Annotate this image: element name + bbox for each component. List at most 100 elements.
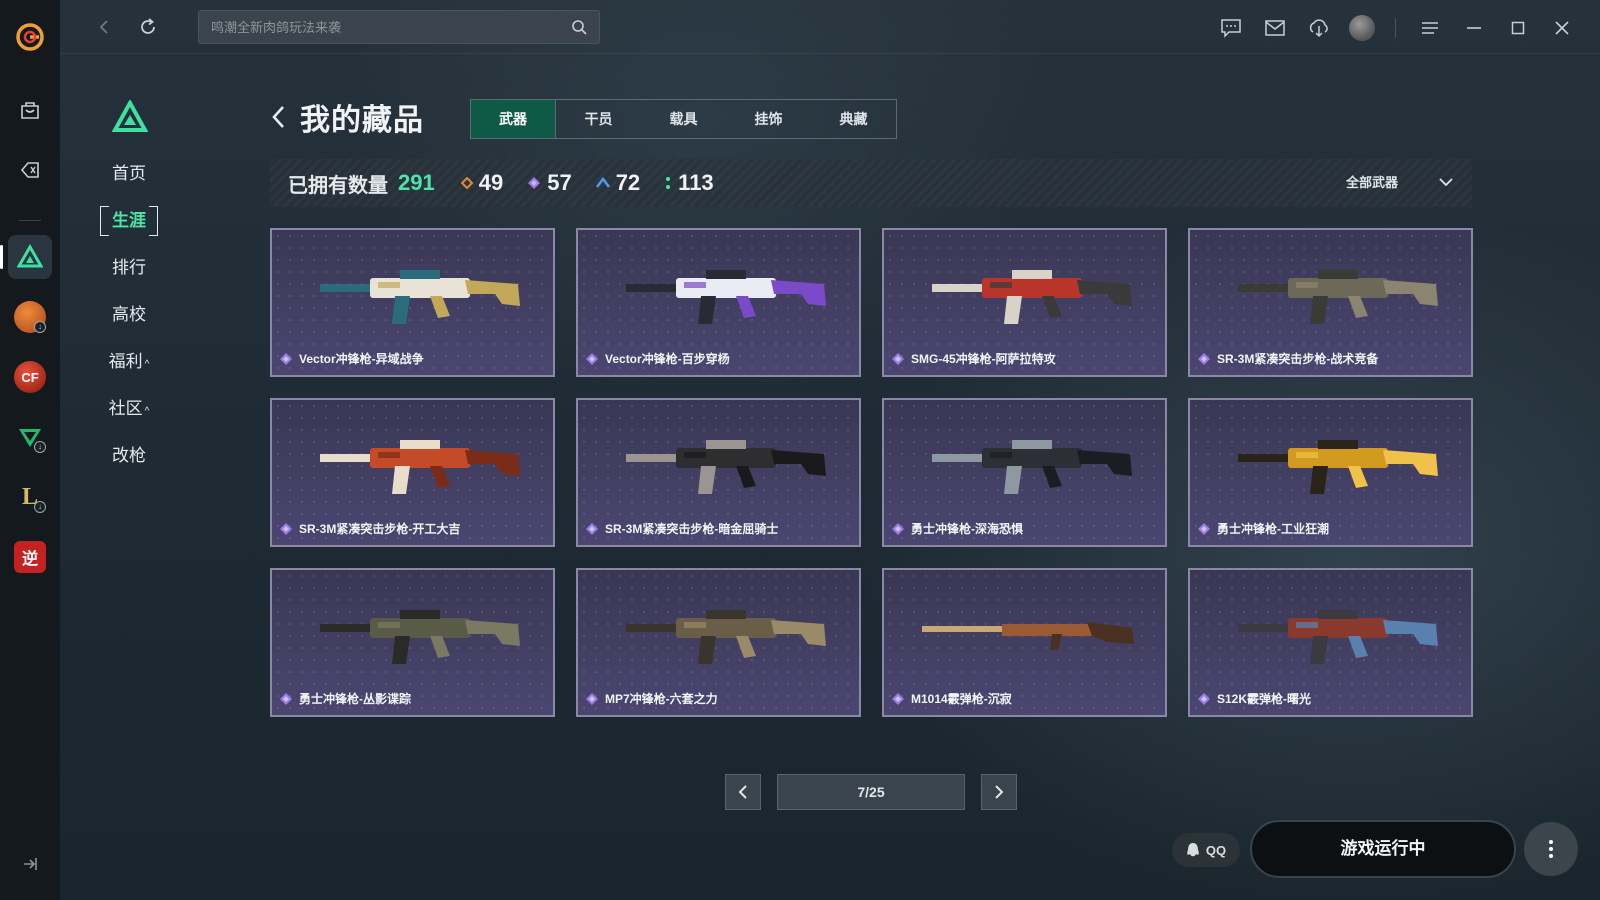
weapon-name-text: Vector冲锋枪-百步穿杨 <box>605 352 730 366</box>
weapon-name-text: SR-3M紧凑突击步枪-开工大吉 <box>299 522 461 536</box>
weapon-card[interactable]: 勇士冲锋枪-丛影谍踪 <box>270 568 555 717</box>
purple-rarity-diamond-icon <box>280 352 292 365</box>
weapon-name: SR-3M紧凑突击步枪-战术竞备 <box>1198 350 1378 367</box>
weapon-card[interactable]: 勇士冲锋枪-深海恐惧 <box>882 398 1167 547</box>
weapon-name: S12K霰弹枪-曙光 <box>1198 690 1311 707</box>
purple-rarity-diamond-icon <box>586 522 598 535</box>
tab-collection[interactable]: 典藏 <box>811 100 896 138</box>
rarity-count-value: 72 <box>615 170 641 195</box>
weapon-image <box>922 622 1134 650</box>
tab-vehicles[interactable]: 载具 <box>641 100 726 138</box>
subnav-item-campus[interactable]: 高校 <box>100 300 158 330</box>
green-dots-icon <box>666 177 671 189</box>
page-header: 我的藏品 <box>270 97 424 137</box>
weapon-card[interactable]: SR-3M紧凑突击步枪-战术竞备 <box>1188 228 1473 377</box>
weapon-name-text: 勇士冲锋枪-深海恐惧 <box>911 522 1023 536</box>
weapon-name-text: MP7冲锋枪-六套之力 <box>605 692 718 706</box>
download-badge-icon: ↓ <box>34 441 46 453</box>
weapon-name-text: SR-3M紧凑突击步枪-战术竞备 <box>1217 352 1379 366</box>
subnav-item-gun-mod[interactable]: 改枪 <box>100 441 158 471</box>
weapon-name-text: 勇士冲锋枪-丛影谍踪 <box>299 692 411 706</box>
weapon-name: M1014霰弹枪-沉寂 <box>892 690 1012 707</box>
weapon-name-text: SMG-45冲锋枪-阿萨拉特攻 <box>911 352 1056 366</box>
purple-rarity-diamond-icon <box>892 522 904 535</box>
game-running-button[interactable]: 游戏运行中 <box>1250 820 1516 878</box>
weapon-card[interactable]: S12K霰弹枪-曙光 <box>1188 568 1473 717</box>
weapon-image <box>320 440 520 494</box>
weapon-card[interactable]: Vector冲锋枪-百步穿杨 <box>576 228 861 377</box>
tab-charms[interactable]: 挂饰 <box>726 100 811 138</box>
prev-page-button[interactable] <box>725 774 761 810</box>
crossfire-game-icon[interactable]: CF <box>8 355 52 399</box>
close-icon[interactable] <box>1548 14 1576 42</box>
league-game-icon[interactable]: L ↓ <box>8 475 52 519</box>
delta-force-logo-icon <box>111 98 149 132</box>
weapon-name-text: Vector冲锋枪-异域战争 <box>299 352 424 366</box>
refresh-icon[interactable] <box>136 15 160 39</box>
subnav-item-ranking[interactable]: 排行 <box>100 253 158 283</box>
weapon-card[interactable]: SMG-45冲锋枪-阿萨拉特攻 <box>882 228 1167 377</box>
subnav-item-label: 社区 <box>108 399 143 418</box>
ni-game-icon[interactable]: 逆 <box>8 535 52 579</box>
store-icon[interactable] <box>8 88 52 132</box>
rarity-orange-count: 49 <box>460 170 503 196</box>
purple-rarity-diamond-icon <box>1198 692 1210 705</box>
menu-icon[interactable] <box>1416 14 1444 42</box>
rarity-count-value: 113 <box>678 170 714 195</box>
page-title: 我的藏品 <box>300 104 424 137</box>
collapse-sidebar-icon[interactable] <box>20 854 40 874</box>
app-logo-icon[interactable] <box>15 22 45 52</box>
rarity-green-count: 113 <box>664 170 714 196</box>
blue-chevron-icon <box>595 177 610 188</box>
subnav-item-welfare[interactable]: 福利 ^ <box>100 347 158 377</box>
subnav-item-community[interactable]: 社区 ^ <box>100 394 158 424</box>
weapon-card[interactable]: M1014霰弹枪-沉寂 <box>882 568 1167 717</box>
download-badge-icon: ↓ <box>34 501 46 513</box>
filter-label: 全部武器 <box>1345 175 1398 190</box>
tab-operators[interactable]: 干员 <box>556 100 641 138</box>
qq-button[interactable]: QQ <box>1172 833 1240 867</box>
weapon-filter-dropdown[interactable]: 全部武器 <box>1346 172 1454 191</box>
search-input[interactable] <box>211 19 571 35</box>
weapon-image <box>626 610 826 664</box>
page-indicator: 7/25 <box>777 774 965 810</box>
weapon-card[interactable]: 勇士冲锋枪-工业狂潮 <box>1188 398 1473 547</box>
more-options-button[interactable] <box>1524 822 1578 876</box>
subnav-item-home[interactable]: 首页 <box>100 159 158 189</box>
weapon-card[interactable]: Vector冲锋枪-异域战争 <box>270 228 555 377</box>
weapon-name: 勇士冲锋枪-丛影谍踪 <box>280 690 411 707</box>
weapon-card[interactable]: SR-3M紧凑突击步枪-开工大吉 <box>270 398 555 547</box>
purple-rarity-diamond-icon <box>1198 352 1210 365</box>
search-icon[interactable] <box>571 19 587 35</box>
top-bar <box>60 0 1600 54</box>
minimize-icon[interactable] <box>1460 14 1488 42</box>
chevron-right-icon <box>995 785 1004 799</box>
tag-icon[interactable] <box>8 148 52 192</box>
delta-force-game-icon[interactable] <box>0 235 52 279</box>
purple-rarity-diamond-icon <box>586 692 598 705</box>
mail-icon[interactable] <box>1261 14 1289 42</box>
weapon-card[interactable]: MP7冲锋枪-六套之力 <box>576 568 861 717</box>
chat-icon[interactable] <box>1217 14 1245 42</box>
search-bar[interactable] <box>198 10 600 44</box>
subnav-item-career[interactable]: 生涯 <box>100 206 158 236</box>
weapon-name: MP7冲锋枪-六套之力 <box>586 690 718 707</box>
back-chevron-icon[interactable] <box>270 102 296 132</box>
weapon-name-text: S12K霰弹枪-曙光 <box>1217 692 1312 706</box>
basketball-game-icon[interactable]: ↓ <box>8 295 52 339</box>
weapon-card[interactable]: SR-3M紧凑突击步枪-暗金屈骑士 <box>576 398 861 547</box>
qq-label: QQ <box>1205 842 1227 858</box>
user-avatar[interactable] <box>1349 15 1375 41</box>
valorant-game-icon[interactable]: ↓ <box>8 415 52 459</box>
maximize-icon[interactable] <box>1504 14 1532 42</box>
chevron-up-icon: ^ <box>144 406 150 417</box>
subnav-item-label: 福利 <box>108 352 143 371</box>
owned-count-label: 已拥有数量 <box>288 174 388 197</box>
weapon-image <box>320 610 520 664</box>
next-page-button[interactable] <box>981 774 1017 810</box>
back-arrow-icon[interactable] <box>92 15 116 39</box>
chevron-down-icon <box>1439 177 1453 186</box>
tab-weapons[interactable]: 武器 <box>471 100 556 138</box>
download-manager-icon[interactable] <box>1305 14 1333 42</box>
weapon-name: Vector冲锋枪-异域战争 <box>280 350 424 367</box>
